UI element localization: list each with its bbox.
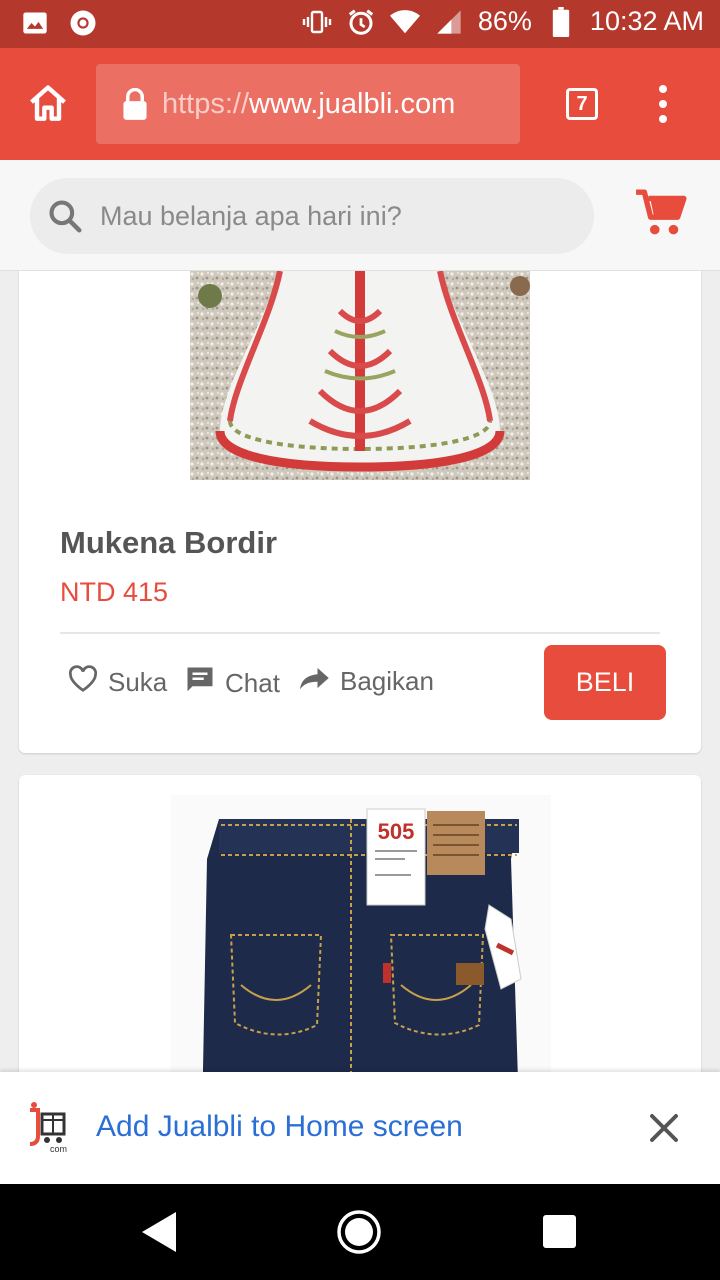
home-circle-icon[interactable] [336,1209,382,1255]
url-bar[interactable]: https://www.jualbli.com [96,64,520,144]
product-feed[interactable]: Mukena Bordir NTD 415 Suka Chat Bagikan … [0,271,720,1072]
wifi-icon [389,7,420,37]
product-title[interactable]: Mukena Bordir [60,525,277,561]
home-icon[interactable] [26,82,70,126]
share-icon [300,665,330,698]
card-divider [60,632,660,634]
image-icon [20,8,50,38]
browser-toolbar: https://www.jualbli.com 7 [0,48,720,160]
search-field[interactable] [30,178,594,254]
buy-button[interactable]: BELI [544,645,666,720]
clock: 10:32 AM [589,6,704,36]
jualbli-logo: com [26,1102,70,1154]
url-host: www.jualbli.com [249,87,456,120]
like-label: Suka [108,667,168,697]
cart-icon[interactable] [634,188,688,238]
chat-label: Chat [225,668,280,698]
vibrate-icon [302,7,332,37]
battery-icon [546,6,576,37]
product-card: Mukena Bordir NTD 415 Suka Chat Bagikan … [19,271,701,753]
close-icon[interactable] [646,1110,682,1146]
lock-icon [122,87,148,120]
jeans-tag-number: 505 [378,819,415,844]
product-card: 505 [19,775,701,1072]
chrome-icon [68,8,98,38]
like-button[interactable]: Suka [68,665,167,700]
alarm-icon [346,7,376,37]
url-text: https://www.jualbli.com [162,88,455,121]
heart-icon [68,665,98,700]
search-icon [46,197,84,235]
url-scheme: https:// [162,87,250,120]
share-label: Bagikan [340,666,434,696]
search-input[interactable] [98,199,582,233]
add-to-home-text[interactable]: Add Jualbli to Home screen [96,1110,463,1144]
add-to-home-banner[interactable]: com Add Jualbli to Home screen [0,1072,720,1184]
product-price: NTD 415 [60,577,169,607]
status-bar: 86% 10:32 AM [0,0,720,48]
recents-icon[interactable] [543,1215,576,1248]
tab-switcher-button[interactable]: 7 [566,88,598,120]
chat-button[interactable]: Chat [185,665,280,702]
more-vert-icon[interactable] [656,84,670,124]
back-icon[interactable] [142,1212,178,1257]
battery-percent: 86% [477,6,532,36]
share-button[interactable]: Bagikan [300,665,434,698]
signal-icon [434,7,464,37]
tab-count: 7 [576,92,588,115]
chat-icon [185,665,215,702]
product-image-jeans[interactable]: 505 [171,795,551,1072]
logo-com-text: com [50,1144,67,1154]
product-image-mukena[interactable] [190,271,530,480]
system-nav-bar [0,1184,720,1280]
site-search-bar [0,160,720,271]
